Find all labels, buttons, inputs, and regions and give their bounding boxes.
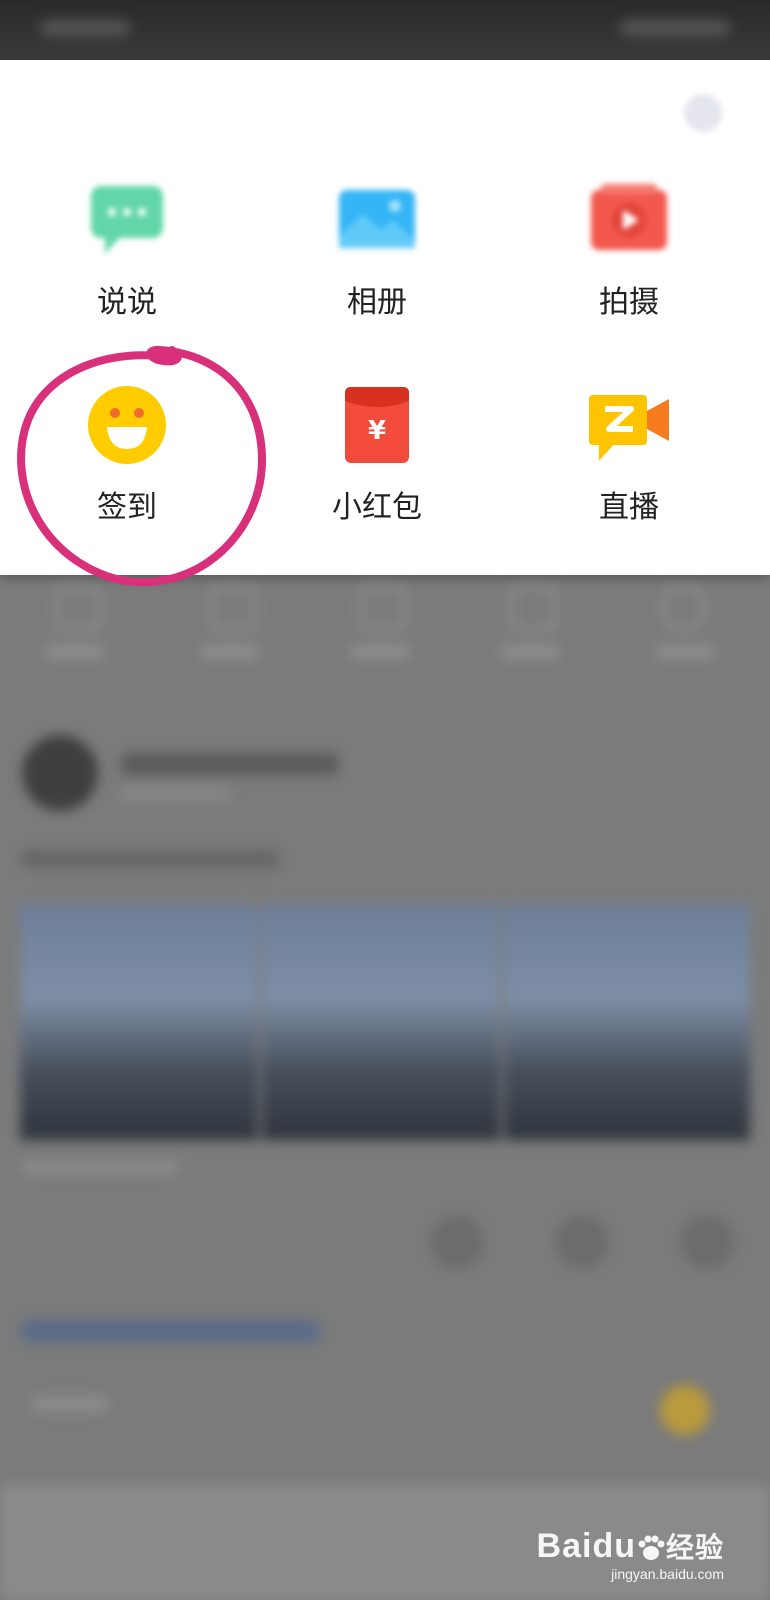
watermark-brand: Baidu xyxy=(536,1527,636,1565)
post-comment-text xyxy=(30,1395,110,1413)
menu-item-label: 直播 xyxy=(599,490,659,525)
post-text xyxy=(20,850,280,868)
menu-item-red-envelope[interactable]: ¥ 小红包 xyxy=(297,380,457,526)
feed-shortcut-row xyxy=(0,585,770,675)
baidu-watermark: Baidu 经验 jingyan.baidu.com xyxy=(537,1526,724,1582)
post-timestamp xyxy=(120,787,230,801)
feed-shortcut-icon xyxy=(510,585,556,631)
smiley-face-icon xyxy=(47,380,207,470)
feed-shortcut-label xyxy=(45,645,105,659)
post-location xyxy=(20,1160,180,1174)
feed-shortcut-icon xyxy=(660,585,706,631)
feed-shortcut-icon xyxy=(55,585,101,631)
publish-menu-popup: 说说 相册 拍摄 签到 ¥ 小红包 直播 xyxy=(0,60,770,575)
feed-shortcut-label xyxy=(655,645,715,659)
post-photo xyxy=(504,905,750,1140)
post-author-name xyxy=(120,753,340,775)
feed-shortcut-icon xyxy=(210,585,256,631)
feed-shortcut-label xyxy=(350,645,410,659)
svg-text:¥: ¥ xyxy=(368,416,386,446)
menu-item-album[interactable]: 相册 xyxy=(297,175,457,321)
post-avatar xyxy=(22,735,98,811)
menu-item-label: 说说 xyxy=(97,285,157,320)
menu-item-label: 拍摄 xyxy=(599,285,659,320)
video-camera-icon xyxy=(549,175,709,265)
post-photo xyxy=(20,905,258,1140)
close-icon[interactable] xyxy=(684,94,722,132)
photo-album-icon xyxy=(297,175,457,265)
feed-shortcut-label xyxy=(200,645,260,659)
live-stream-icon xyxy=(549,380,709,470)
background-feed xyxy=(0,575,770,1600)
feed-shortcut-label xyxy=(500,645,560,659)
menu-item-label: 签到 xyxy=(97,490,157,525)
post-link xyxy=(20,1320,320,1342)
like-button xyxy=(430,1215,484,1269)
menu-item-checkin[interactable]: 签到 xyxy=(47,380,207,526)
menu-item-label: 小红包 xyxy=(332,490,422,525)
feed-shortcut-icon xyxy=(360,585,406,631)
watermark-url: jingyan.baidu.com xyxy=(611,1566,724,1582)
status-icons-blurred xyxy=(620,20,730,36)
status-time-blurred xyxy=(40,20,130,36)
red-envelope-icon: ¥ xyxy=(297,380,457,470)
menu-item-shuoshuo[interactable]: 说说 xyxy=(47,175,207,321)
share-button xyxy=(680,1215,734,1269)
speech-bubble-icon xyxy=(47,175,207,265)
reaction-icon xyxy=(660,1385,710,1435)
menu-item-shoot[interactable]: 拍摄 xyxy=(549,175,709,321)
watermark-suffix: 经验 xyxy=(665,1531,724,1564)
comment-button xyxy=(555,1215,609,1269)
post-photo xyxy=(262,905,500,1140)
status-bar xyxy=(0,0,770,60)
menu-item-label: 相册 xyxy=(347,285,407,320)
menu-item-live[interactable]: 直播 xyxy=(549,380,709,526)
paw-logo-icon xyxy=(638,1535,665,1561)
